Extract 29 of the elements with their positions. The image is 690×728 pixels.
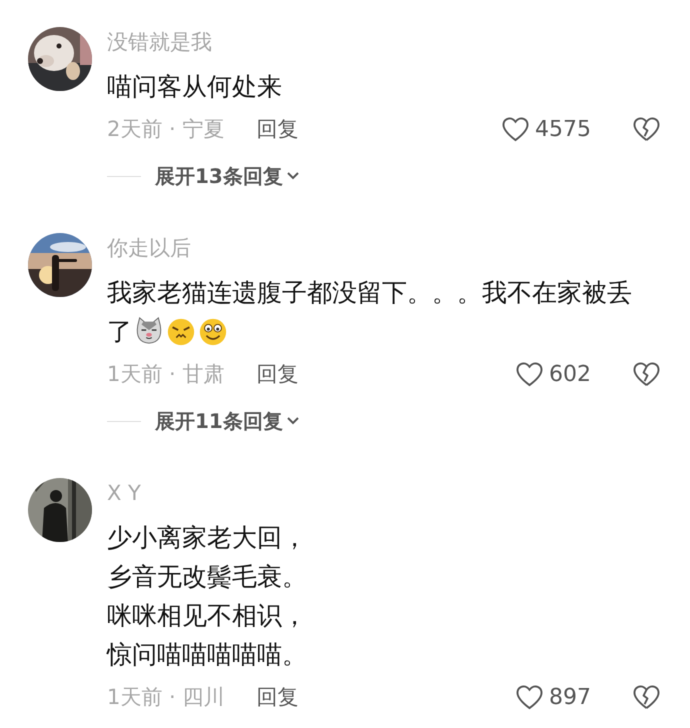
like-count: 4575 xyxy=(535,116,591,142)
time-location: 2天前 · 宁夏 xyxy=(107,116,224,143)
comment-text: 喵问客从何处来 xyxy=(107,72,282,101)
like-count: 897 xyxy=(549,684,591,710)
comment-text: 我家老猫连遗腹子都没留下。。。我不在家被丢 xyxy=(107,278,632,307)
comment-text: 了 xyxy=(107,317,132,346)
broken-heart-icon[interactable] xyxy=(633,362,660,386)
annoyed-face-icon xyxy=(166,316,196,346)
reply-button[interactable]: 回复 xyxy=(256,360,298,388)
comment-text: 乡音无改鬓毛衰。 xyxy=(107,562,307,591)
chevron-down-icon xyxy=(286,417,299,425)
comment-text: 少小离家老大回， xyxy=(107,523,307,552)
broken-heart-icon[interactable] xyxy=(633,116,660,142)
time-location: 1天前 · 甘肃 xyxy=(107,361,224,388)
cat-face-icon xyxy=(134,316,164,346)
reply-button[interactable]: 回复 xyxy=(256,683,298,711)
time-location: 1天前 · 四川 xyxy=(107,684,224,711)
comment-text: 咪咪相见不相识， xyxy=(107,601,307,630)
reply-button[interactable]: 回复 xyxy=(256,115,298,143)
smiley-face-icon xyxy=(198,316,228,346)
heart-icon[interactable] xyxy=(516,362,543,386)
expand-replies-button[interactable]: 展开11条回复 xyxy=(155,408,299,434)
expand-replies-button[interactable]: 展开13条回复 xyxy=(155,162,299,190)
comment-text: 惊问喵喵喵喵喵。 xyxy=(107,640,307,669)
broken-heart-icon[interactable] xyxy=(633,684,660,710)
heart-icon[interactable] xyxy=(516,684,543,710)
like-count: 602 xyxy=(549,362,591,386)
chevron-down-icon xyxy=(286,172,299,180)
heart-icon[interactable] xyxy=(502,116,529,142)
